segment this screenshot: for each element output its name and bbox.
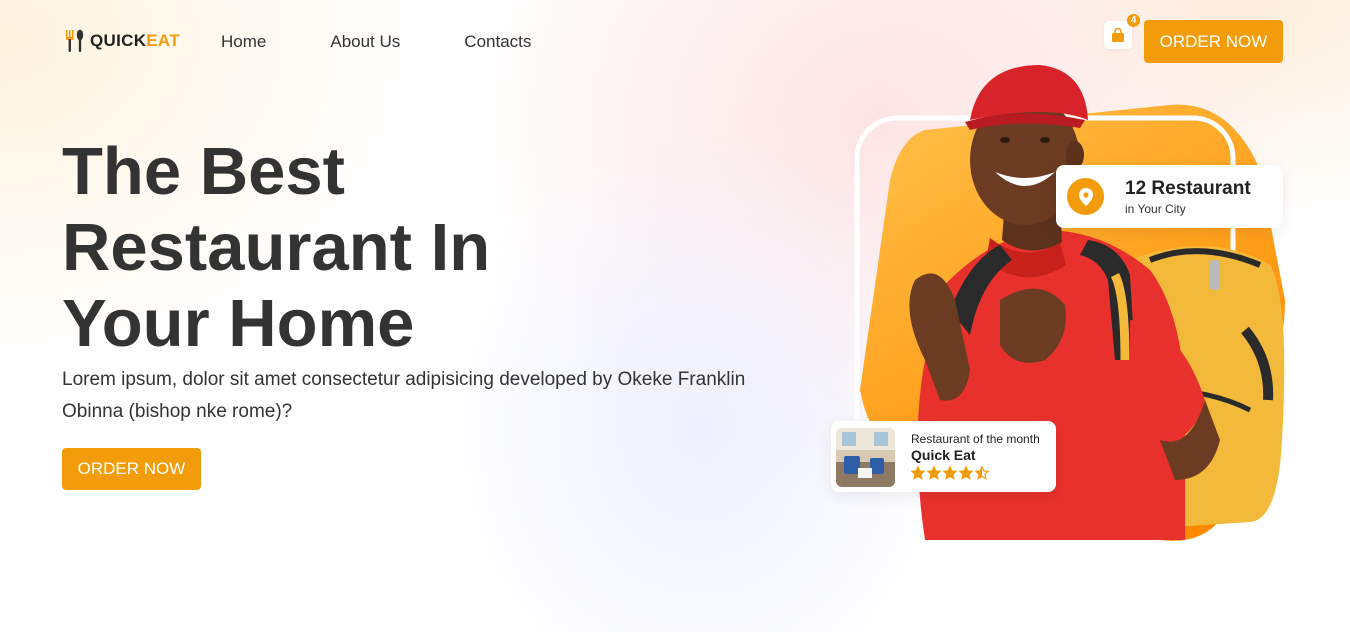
restaurant-of-month-name: Quick Eat bbox=[911, 447, 976, 463]
map-pin-icon bbox=[1067, 178, 1104, 215]
nav-link-about[interactable]: About Us bbox=[330, 32, 400, 52]
hero-title-line-2: Restaurant In bbox=[62, 210, 491, 285]
star-full-icon bbox=[943, 466, 957, 480]
restaurant-count-subtitle: in Your City bbox=[1125, 202, 1186, 216]
hero-title-line-3: Your Home bbox=[62, 286, 415, 361]
cart-button[interactable]: 4 bbox=[1104, 14, 1140, 49]
star-full-icon bbox=[959, 466, 973, 480]
cart-count-badge: 4 bbox=[1127, 14, 1140, 27]
cutlery-logo-icon bbox=[66, 29, 84, 52]
hero-order-now-button[interactable]: ORDER NOW bbox=[62, 448, 201, 490]
restaurant-thumbnail bbox=[836, 428, 895, 487]
star-full-icon bbox=[927, 466, 941, 480]
hero-title: The Best Restaurant In Your Home bbox=[62, 134, 622, 362]
restaurant-of-month-label: Restaurant of the month bbox=[911, 432, 1040, 446]
restaurant-count-title: 12 Restaurant bbox=[1125, 178, 1251, 199]
hero-description: Lorem ipsum, dolor sit amet consectetur … bbox=[62, 369, 746, 422]
hero-title-line-1: The Best bbox=[62, 134, 345, 209]
shopping-bag-icon bbox=[1112, 27, 1124, 42]
star-full-icon bbox=[911, 466, 925, 480]
nav-order-now-button[interactable]: ORDER NOW bbox=[1144, 20, 1283, 63]
star-rating bbox=[911, 466, 989, 480]
nav-link-home[interactable]: Home bbox=[221, 32, 266, 52]
restaurant-of-month-card: Restaurant of the month Quick Eat bbox=[831, 421, 1056, 492]
nav-link-contacts[interactable]: Contacts bbox=[464, 32, 531, 52]
restaurant-count-card: 12 Restaurant in Your City bbox=[1056, 165, 1283, 228]
nav-links: Home About Us Contacts bbox=[221, 32, 531, 52]
star-half-icon bbox=[975, 466, 989, 480]
brand-logo[interactable]: QUICKEAT bbox=[64, 28, 180, 54]
brand-name: QUICKEAT bbox=[90, 31, 180, 50]
